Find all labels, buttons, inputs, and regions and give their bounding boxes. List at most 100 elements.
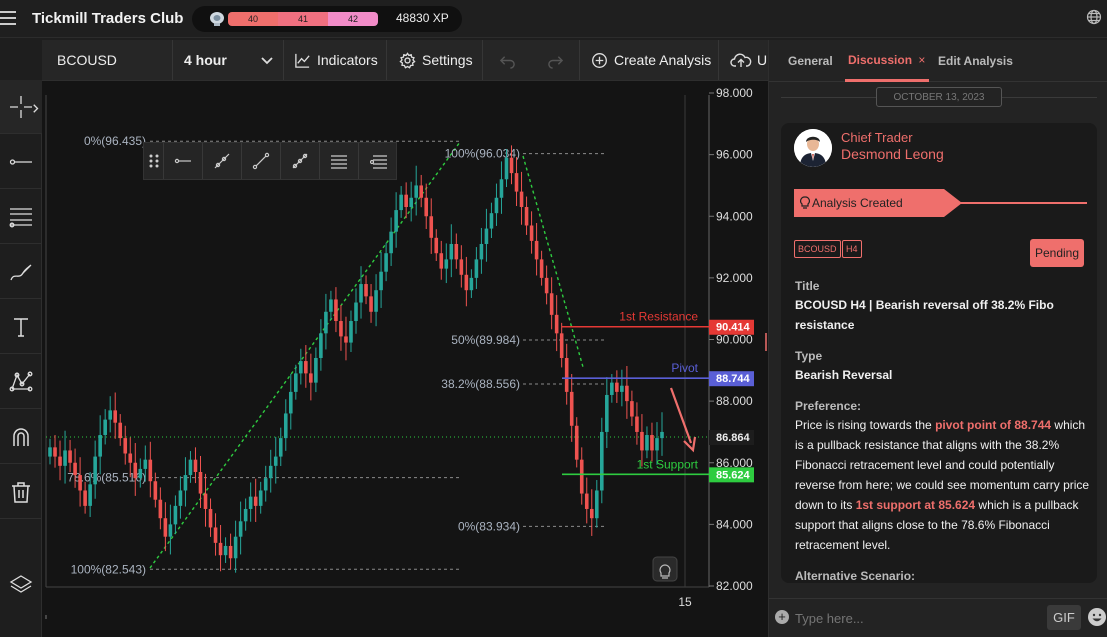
channel-tool[interactable]: [281, 143, 320, 179]
candle-body: [489, 213, 494, 229]
status-banner: Analysis Created: [794, 189, 962, 217]
menu-icon[interactable]: [0, 11, 16, 27]
status-banner-label: Analysis Created: [812, 196, 903, 210]
upload-cloud-icon: [730, 53, 752, 67]
fib-tool[interactable]: [0, 190, 42, 244]
horizontal-ray-tool[interactable]: [164, 143, 203, 179]
candle-body: [238, 521, 243, 537]
emoji-icon[interactable]: [1087, 606, 1107, 628]
candle-body: [233, 536, 238, 559]
support-highlight: 1st support at 85.624: [855, 498, 976, 512]
chevron-right-icon[interactable]: [33, 104, 39, 113]
candle-body: [218, 542, 223, 556]
price-level-value: 85.624: [716, 469, 751, 481]
indicators-label: Indicators: [317, 52, 378, 68]
candle-body: [123, 438, 128, 454]
close-icon[interactable]: ×: [918, 53, 925, 67]
fib-extension-tool[interactable]: [359, 143, 398, 179]
lightbulb-button[interactable]: [652, 556, 678, 582]
xp-level-after: 42: [328, 12, 378, 26]
bearish-arrow[interactable]: [669, 387, 697, 453]
candle-body: [349, 321, 353, 343]
crosshair-tool[interactable]: [0, 80, 42, 134]
price-chart[interactable]: 0%(96.435) 78.6%(85.516) 100%(82.543) 100%…: [42, 81, 768, 637]
candle-body: [329, 299, 333, 312]
tab-discussion[interactable]: Discussion ×: [848, 53, 925, 67]
candle-body: [484, 228, 489, 244]
candle-body: [263, 478, 268, 491]
candle-body: [625, 385, 629, 402]
redo-icon[interactable]: [547, 52, 564, 69]
candle-body: [163, 518, 168, 537]
delete-tool[interactable]: [0, 465, 42, 519]
tab-general[interactable]: General: [788, 54, 833, 68]
drag-handle-icon: [149, 154, 158, 168]
candle-body: [314, 357, 318, 383]
symbol-selector[interactable]: BCOUSD: [42, 40, 173, 80]
candle-body: [404, 194, 408, 208]
trend-line-tool[interactable]: [242, 143, 281, 179]
tab-discussion-label: Discussion: [848, 53, 913, 67]
price-tick-label: 84.000: [716, 517, 753, 531]
candle-body: [645, 435, 649, 451]
magnet-tool[interactable]: [0, 410, 42, 464]
globe-icon[interactable]: [1086, 9, 1102, 25]
candle-body: [544, 277, 549, 294]
candle-body: [434, 237, 439, 254]
xp-level-next: 41: [278, 12, 328, 26]
timeframe-tag: H4: [842, 240, 862, 258]
message-composer: + GIF: [769, 598, 1107, 637]
settings-button[interactable]: Settings: [387, 40, 483, 80]
candle-body: [524, 207, 529, 226]
layers-tool[interactable]: [0, 558, 42, 612]
indicators-button[interactable]: Indicators: [284, 40, 387, 80]
drag-handle[interactable]: [144, 143, 164, 179]
xp-total: 48830 XP: [396, 11, 449, 25]
price-tick-label: 90.000: [716, 333, 753, 347]
candle-body: [549, 293, 554, 315]
price-level-name: Pivot: [671, 361, 698, 375]
candle-body: [589, 508, 594, 519]
candle-body: [98, 435, 102, 457]
drawing-floating-toolbar: [143, 142, 397, 180]
interval-dropdown[interactable]: 4 hour: [173, 40, 284, 80]
price-axis[interactable]: 98.000 96.000 94.000 92.000 90.000 88.000 86.0…: [709, 86, 753, 593]
candle-body: [655, 438, 659, 451]
gif-button[interactable]: GIF: [1047, 605, 1081, 630]
price-level-name: 1st Resistance: [619, 310, 698, 324]
alternative-label: Alternative Scenario:: [795, 569, 916, 583]
layers-icon: [9, 575, 33, 593]
symbol-tag: BCOUSD: [794, 240, 841, 258]
upload-button[interactable]: U: [719, 40, 768, 80]
rank-badge-icon: [210, 12, 224, 26]
candle-body: [153, 481, 158, 500]
fib-level-label: 100%(82.543): [71, 562, 146, 576]
create-analysis-button[interactable]: Create Analysis: [580, 40, 719, 80]
line-tool[interactable]: [0, 135, 42, 189]
message-input[interactable]: [795, 607, 1035, 629]
candle-body: [309, 373, 313, 383]
fib-retracement-tool[interactable]: [320, 143, 359, 179]
trend-line-icon: [252, 152, 270, 170]
candle-body: [374, 290, 378, 312]
author-name[interactable]: Desmond Leong: [841, 146, 944, 162]
candle-body: [304, 361, 308, 374]
brush-tool[interactable]: [0, 245, 42, 299]
add-attachment-icon[interactable]: +: [775, 610, 789, 624]
candle-body: [369, 296, 373, 312]
candle-body: [650, 435, 654, 451]
candle-body: [203, 493, 208, 509]
candle-body: [429, 216, 434, 238]
tab-edit-analysis[interactable]: Edit Analysis: [938, 54, 1013, 68]
pattern-tool[interactable]: [0, 355, 42, 409]
undo-icon[interactable]: [499, 52, 516, 69]
text-icon: [14, 317, 28, 337]
candle-body: [213, 527, 218, 543]
candle-body: [359, 284, 363, 303]
symbol-label: BCOUSD: [57, 52, 117, 68]
candle-body: [499, 179, 504, 198]
ray-tool[interactable]: [203, 143, 242, 179]
text-tool[interactable]: [0, 300, 42, 354]
fib-extension-icon: [369, 155, 387, 169]
candle-body: [243, 508, 248, 522]
